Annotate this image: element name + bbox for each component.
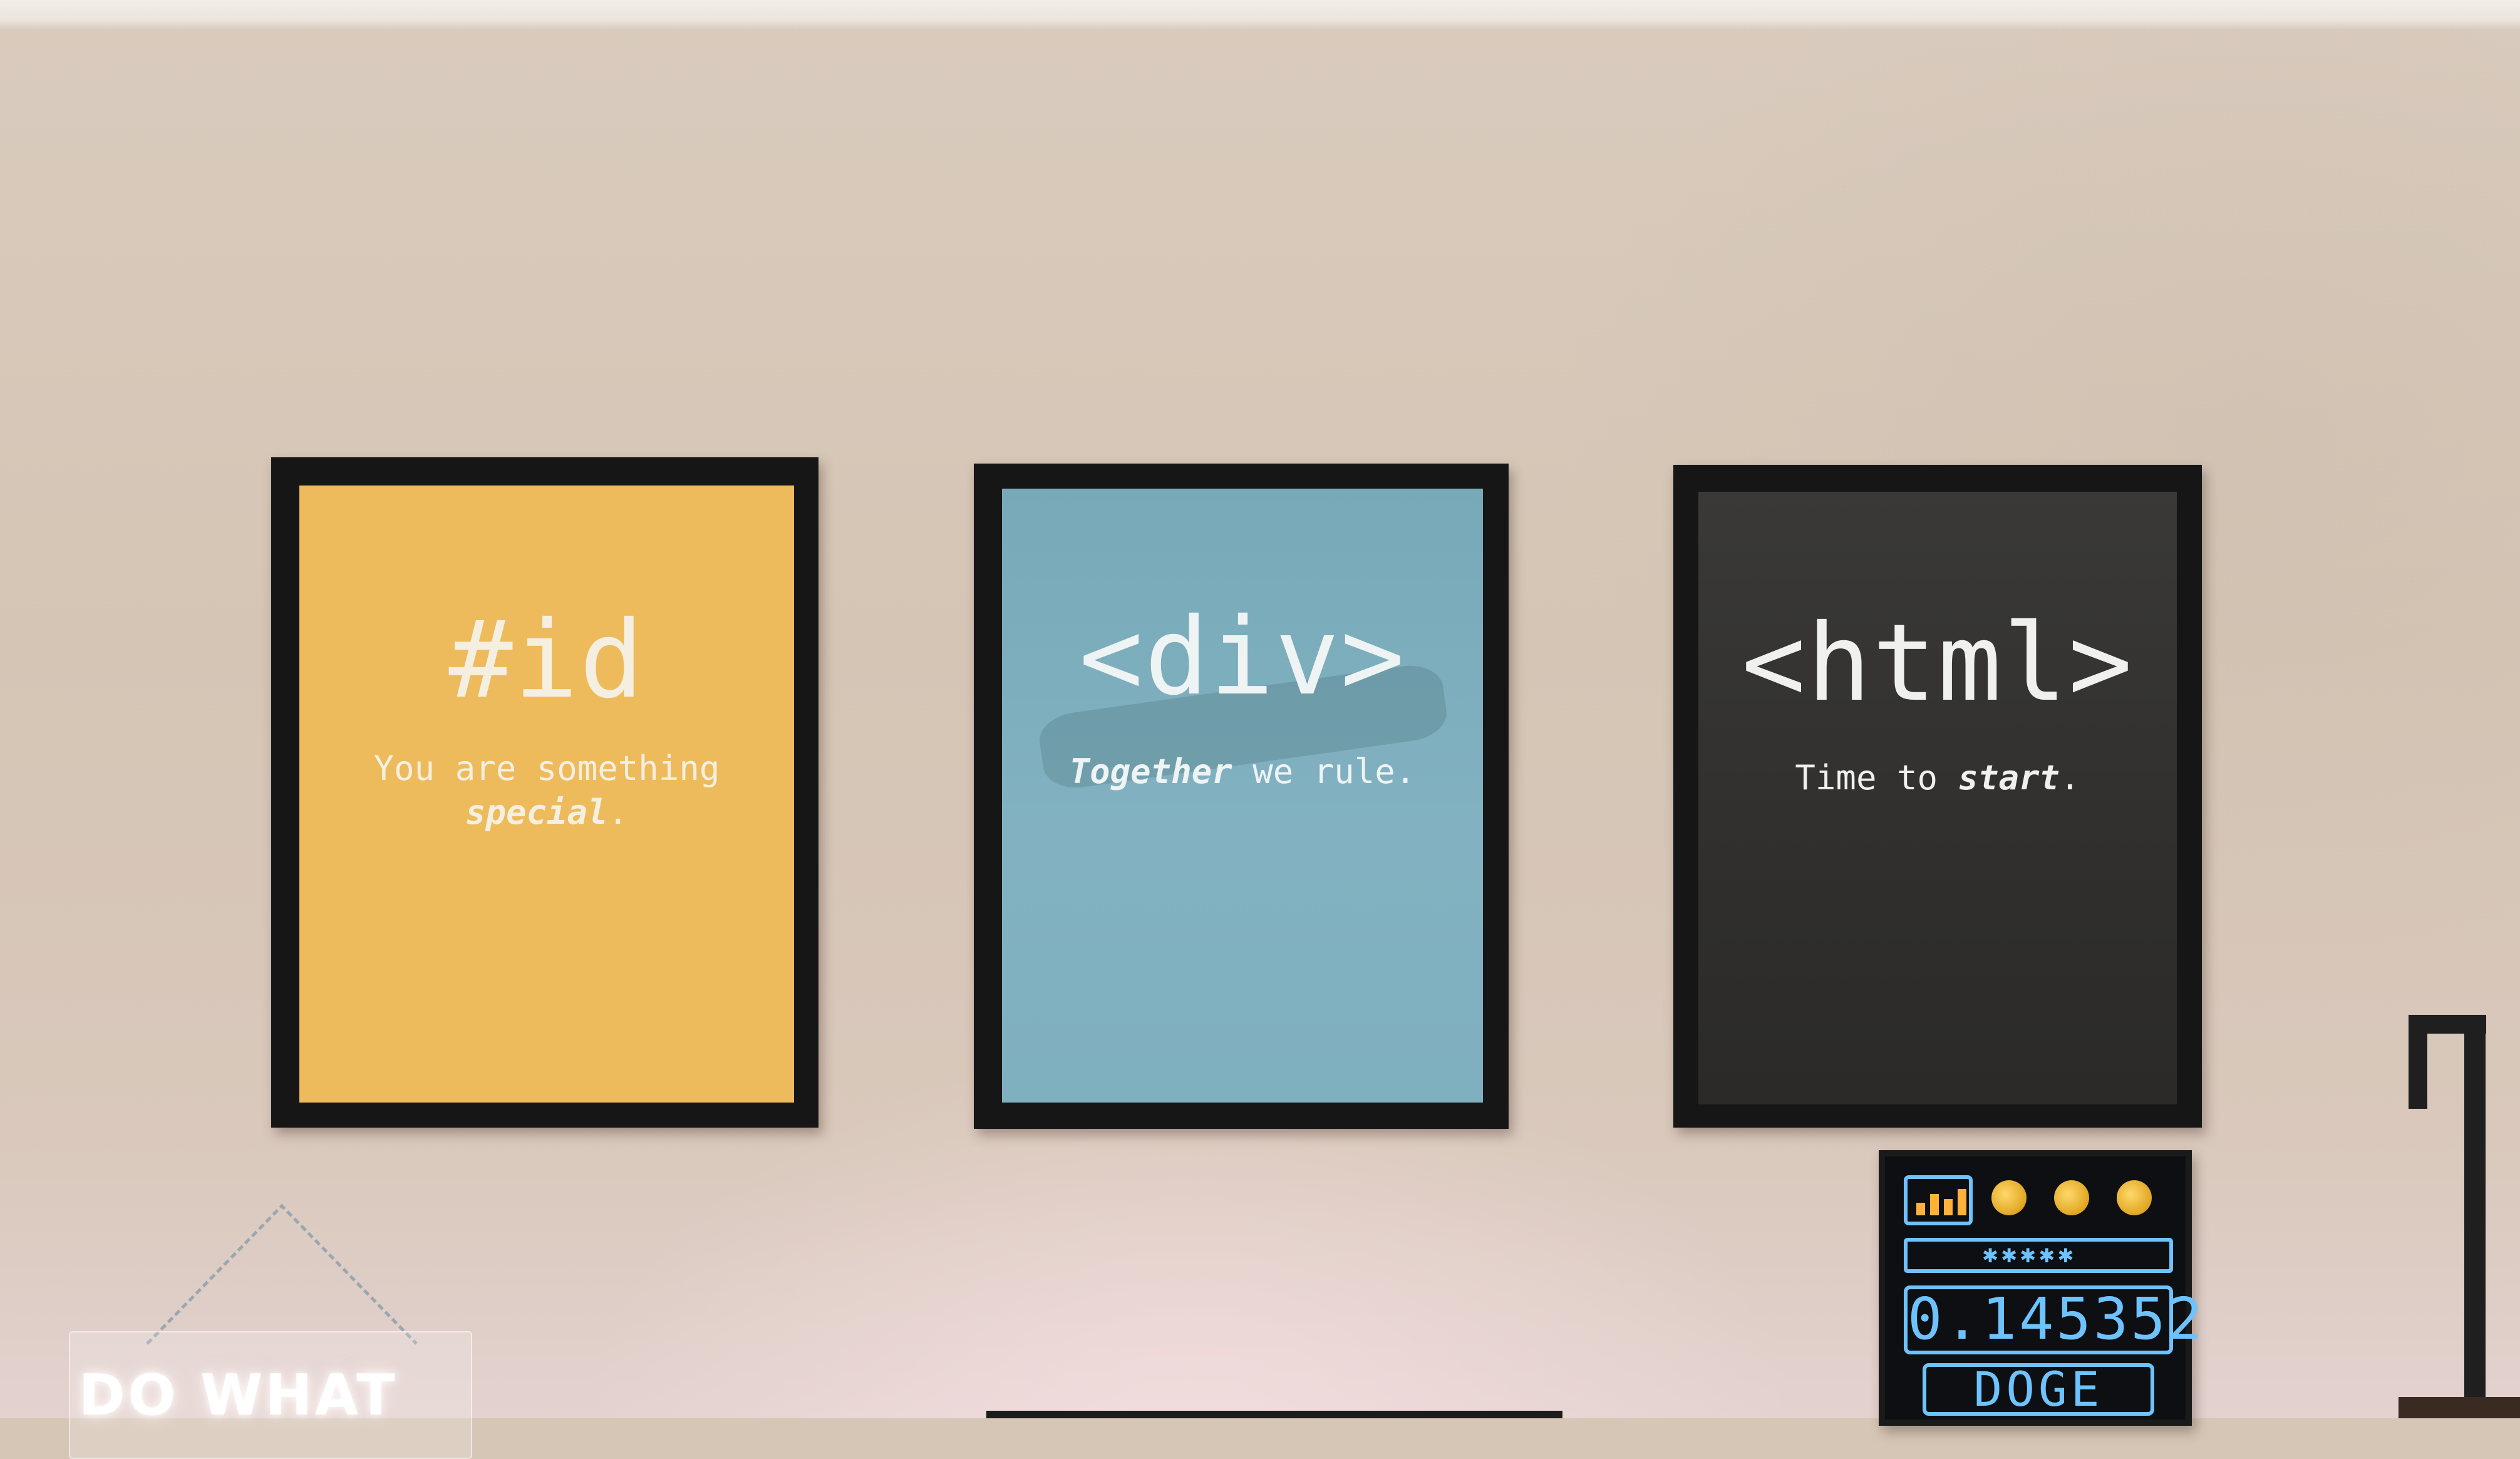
poster-div-headline: <div> <box>1079 595 1406 719</box>
poster-html: <html> Time to start. <box>1698 492 2177 1104</box>
shelf <box>2399 1397 2520 1418</box>
poster-div-line1: Together we rule. <box>1002 752 1483 791</box>
poster-html-lead: Time to <box>1795 758 1958 797</box>
poster-div-emphasis: Together <box>1069 752 1232 791</box>
display-stars: ✱✱✱✱✱ <box>1904 1238 2173 1273</box>
poster-id-emphasis: special <box>465 792 608 832</box>
monitor-edge <box>986 1411 1562 1418</box>
coin-icon <box>2117 1180 2152 1215</box>
poster-html-emphasis: start <box>1958 758 2060 797</box>
poster-id-period: . <box>607 792 629 832</box>
display-ticker: DOGE <box>1923 1363 2154 1416</box>
coin-icon <box>1991 1180 2027 1215</box>
pixel-display: ✱✱✱✱✱ 0.145352 DOGE <box>1879 1150 2202 1426</box>
poster-div: <div> Together we rule. <box>1002 489 1483 1103</box>
lamp-pole <box>2464 1015 2486 1418</box>
poster-html-headline: <html> <box>1741 601 2134 725</box>
display-price: 0.145352 <box>1904 1285 2202 1354</box>
poster-id-line1: You are something <box>373 749 720 788</box>
poster-id: #id You are something special. <box>299 485 794 1103</box>
display-header <box>1898 1169 2173 1232</box>
bar-chart-icon <box>1904 1175 1973 1225</box>
ceiling-trim <box>0 0 2520 29</box>
lamp-hook <box>2409 1015 2427 1109</box>
poster-id-headline: #id <box>448 598 645 722</box>
poster-id-line2: special. <box>299 792 794 832</box>
neon-sign-text: DO WHAT <box>78 1363 398 1428</box>
poster-div-rest: we rule. <box>1232 752 1416 791</box>
poster-html-period: . <box>2060 758 2080 797</box>
coin-icon <box>2054 1180 2089 1215</box>
poster-html-line1: Time to start. <box>1698 758 2177 797</box>
